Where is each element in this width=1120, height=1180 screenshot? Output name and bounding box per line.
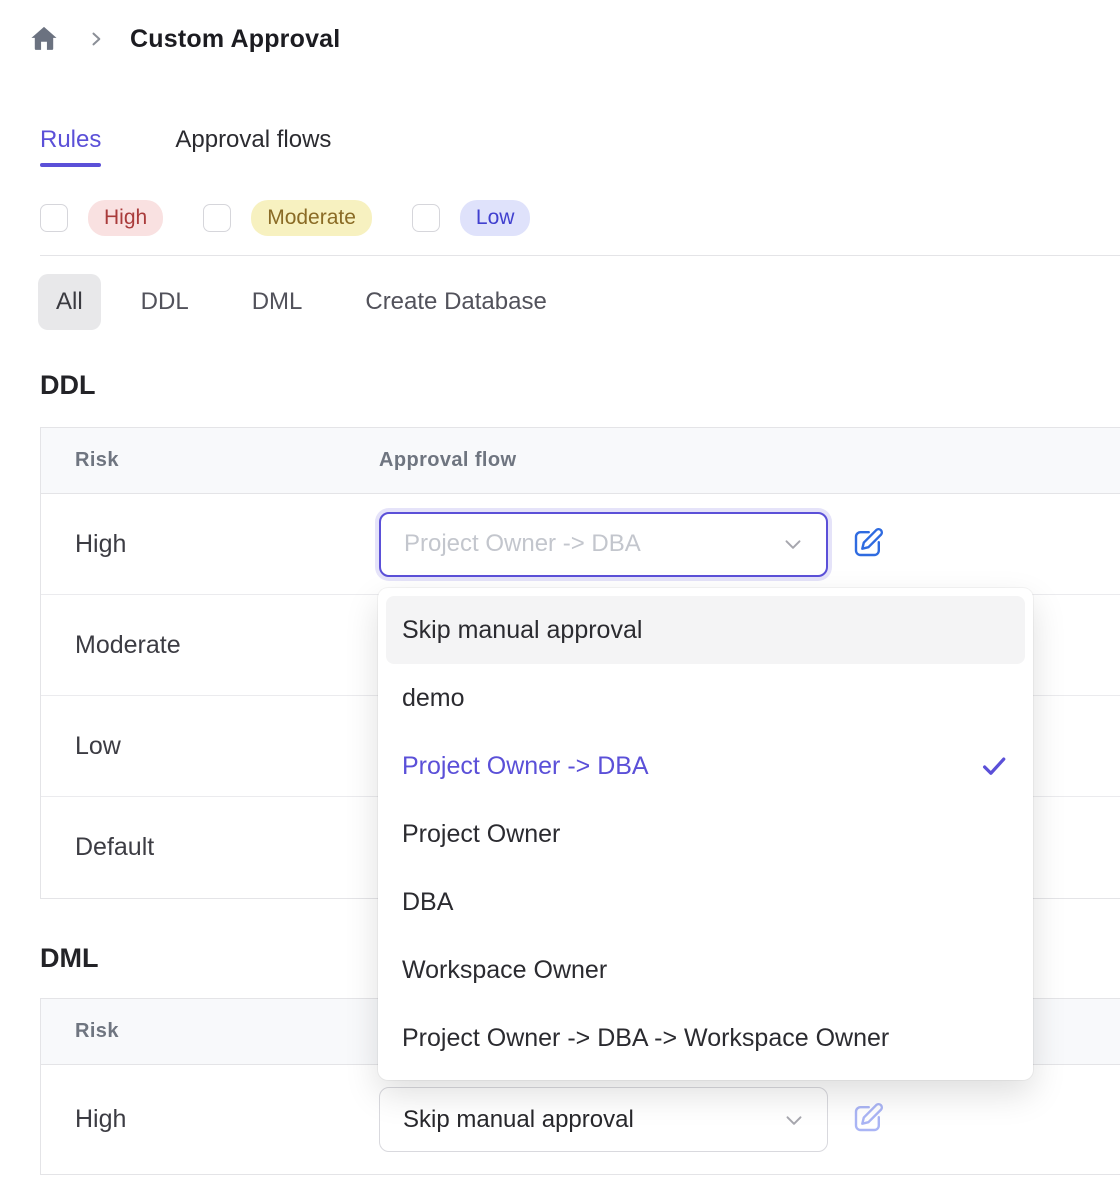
risk-badge-low: Low: [460, 200, 531, 236]
dropdown-item-label: Project Owner -> DBA: [402, 752, 649, 781]
breadcrumb: Custom Approval: [0, 0, 1120, 56]
dropdown-item-workspace-owner[interactable]: Workspace Owner: [386, 936, 1025, 1004]
risk-filter-low: Low: [412, 200, 531, 236]
check-icon: [979, 751, 1009, 781]
edit-icon: [850, 1100, 886, 1139]
risk-cell: High: [41, 1105, 379, 1134]
approval-flow-dropdown: Skip manual approval demo Project Owner …: [378, 588, 1033, 1080]
approval-flow-cell: Skip manual approval: [379, 1087, 886, 1152]
risk-cell: Low: [41, 732, 379, 761]
tab-bar: Rules Approval flows: [40, 126, 1120, 167]
dropdown-item-demo[interactable]: demo: [386, 664, 1025, 732]
risk-checkbox-moderate[interactable]: [203, 204, 231, 232]
filter-ddl[interactable]: DDL: [141, 274, 189, 330]
risk-filter-bar: High Moderate Low: [40, 201, 1120, 235]
column-header-risk: Risk: [41, 1020, 379, 1043]
dropdown-item-label: Workspace Owner: [402, 956, 607, 985]
dropdown-item-project-owner-dba-workspace-owner[interactable]: Project Owner -> DBA -> Workspace Owner: [386, 1004, 1025, 1072]
tab-approval-flows[interactable]: Approval flows: [175, 126, 331, 167]
dropdown-item-skip-manual-approval[interactable]: Skip manual approval: [386, 596, 1025, 664]
risk-cell: Default: [41, 833, 379, 862]
risk-filter-moderate: Moderate: [203, 200, 372, 236]
table-row: High Skip manual approval: [41, 1065, 1120, 1174]
approval-flow-select-dml-high[interactable]: Skip manual approval: [379, 1087, 828, 1152]
select-value: Skip manual approval: [403, 1106, 634, 1134]
dropdown-item-label: Project Owner: [402, 820, 560, 849]
chevron-right-icon: [86, 29, 106, 49]
section-title-ddl: DDL: [40, 370, 1120, 401]
filter-all[interactable]: All: [38, 274, 101, 330]
dropdown-item-dba[interactable]: DBA: [386, 868, 1025, 936]
dropdown-item-label: Skip manual approval: [402, 616, 642, 645]
dropdown-item-label: DBA: [402, 888, 453, 917]
edit-approval-flow-button[interactable]: [850, 1100, 886, 1139]
table-header: Risk Approval flow: [41, 428, 1120, 494]
risk-cell: Moderate: [41, 631, 379, 660]
risk-cell: High: [41, 530, 379, 559]
select-value: Project Owner -> DBA: [404, 530, 641, 558]
tab-rules[interactable]: Rules: [40, 126, 101, 167]
type-filter-bar: All DDL DML Create Database: [38, 274, 1120, 330]
risk-checkbox-high[interactable]: [40, 204, 68, 232]
chevron-down-icon: [780, 531, 806, 557]
column-header-risk: Risk: [41, 449, 379, 472]
filter-dml[interactable]: DML: [252, 274, 303, 330]
risk-checkbox-low[interactable]: [412, 204, 440, 232]
dropdown-item-label: demo: [402, 684, 465, 713]
edit-approval-flow-button[interactable]: [850, 525, 886, 564]
risk-filter-high: High: [40, 200, 163, 236]
table-row: High Project Owner -> DBA: [41, 494, 1120, 595]
chevron-down-icon: [781, 1107, 807, 1133]
dropdown-item-label: Project Owner -> DBA -> Workspace Owner: [402, 1024, 889, 1053]
approval-flow-select-ddl-high[interactable]: Project Owner -> DBA: [379, 512, 828, 577]
page-title: Custom Approval: [130, 25, 340, 54]
column-header-approval-flow: Approval flow: [379, 449, 516, 472]
divider: [40, 255, 1120, 256]
filter-create-database[interactable]: Create Database: [365, 274, 546, 330]
risk-badge-moderate: Moderate: [251, 200, 372, 236]
dropdown-item-project-owner-dba[interactable]: Project Owner -> DBA: [386, 732, 1025, 800]
edit-icon: [850, 525, 886, 564]
dropdown-item-project-owner[interactable]: Project Owner: [386, 800, 1025, 868]
approval-flow-cell: Project Owner -> DBA: [379, 512, 886, 577]
risk-badge-high: High: [88, 200, 163, 236]
home-icon[interactable]: [28, 23, 60, 55]
